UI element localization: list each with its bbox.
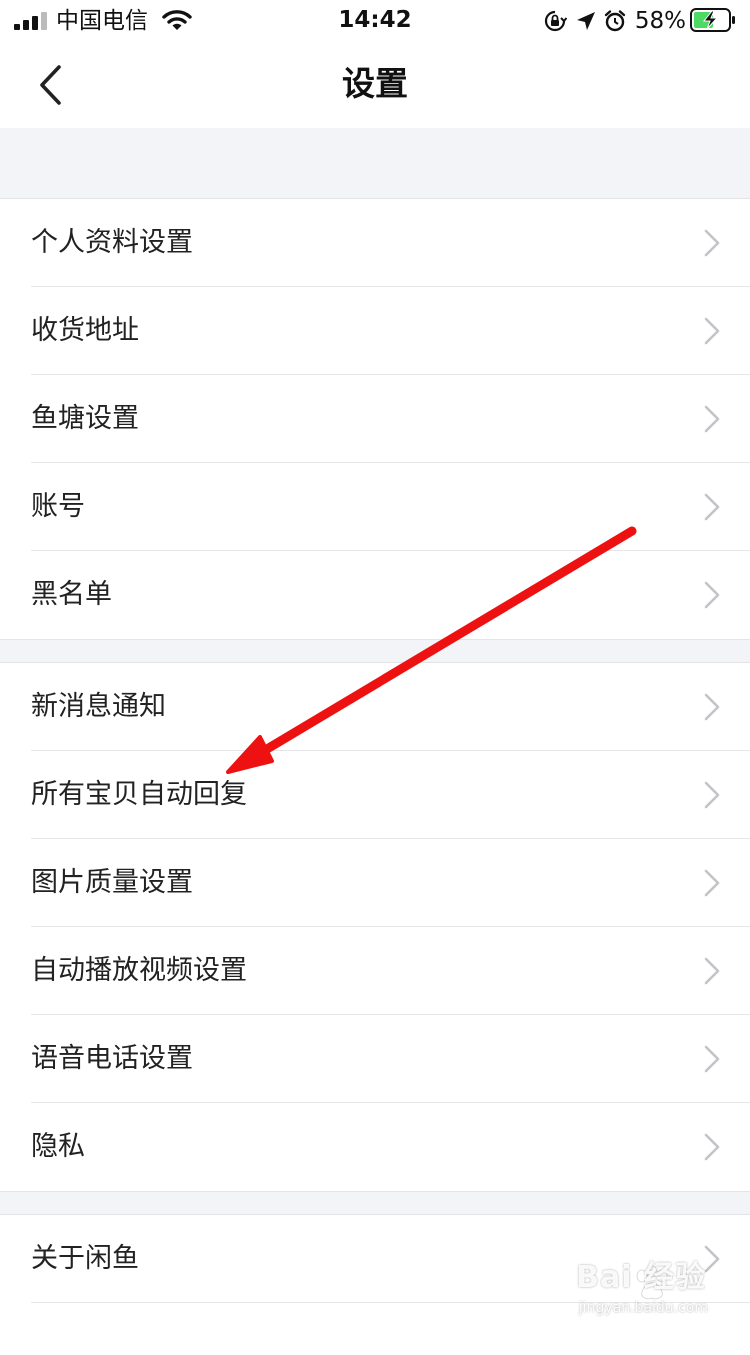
page-title: 设置 xyxy=(342,64,408,103)
settings-row-label: 隐私 xyxy=(31,1131,85,1162)
settings-row-profile[interactable]: 个人资料设置 xyxy=(0,199,750,287)
settings-row-auto-reply[interactable]: 所有宝贝自动回复 xyxy=(0,751,750,839)
navigation-bar: 设置 xyxy=(0,42,750,128)
settings-group-general: 新消息通知 所有宝贝自动回复 图片质量设置 自动播放视频设置 语音电话设置 隐私 xyxy=(0,662,750,1192)
header-area: 中国电信 14:42 58% 设置 xyxy=(0,0,750,128)
chevron-right-icon xyxy=(704,405,720,433)
settings-row-notifications[interactable]: 新消息通知 xyxy=(0,663,750,751)
alarm-icon xyxy=(604,10,626,32)
settings-row-label: 图片质量设置 xyxy=(31,867,193,898)
settings-row-label: 黑名单 xyxy=(31,579,112,610)
watermark-brand: Bai 经验 xyxy=(576,1260,706,1295)
location-icon xyxy=(577,12,595,30)
settings-row-fishpond[interactable]: 鱼塘设置 xyxy=(0,375,750,463)
battery-percent: 58% xyxy=(634,8,686,34)
settings-row-blacklist[interactable]: 黑名单 xyxy=(0,551,750,639)
settings-row-label: 语音电话设置 xyxy=(31,1043,193,1074)
settings-row-autoplay-video[interactable]: 自动播放视频设置 xyxy=(0,927,750,1015)
settings-row-label: 个人资料设置 xyxy=(31,227,193,258)
battery-charging-icon xyxy=(690,8,735,32)
chevron-right-icon xyxy=(704,1045,720,1073)
status-bar: 中国电信 14:42 58% xyxy=(0,0,750,42)
chevron-right-icon xyxy=(704,869,720,897)
chevron-right-icon xyxy=(704,957,720,985)
settings-row-shipping-address[interactable]: 收货地址 xyxy=(0,287,750,375)
settings-group-account: 个人资料设置 收货地址 鱼塘设置 账号 黑名单 xyxy=(0,198,750,640)
settings-row-label: 所有宝贝自动回复 xyxy=(31,779,247,810)
settings-row-label: 新消息通知 xyxy=(31,691,166,722)
chevron-right-icon xyxy=(704,493,720,521)
watermark-url: jingyan.baidu.com xyxy=(578,1300,708,1316)
settings-row-label: 收货地址 xyxy=(31,315,139,346)
chevron-right-icon xyxy=(704,581,720,609)
chevron-right-icon xyxy=(704,1133,720,1161)
settings-row-privacy[interactable]: 隐私 xyxy=(0,1103,750,1191)
settings-row-account[interactable]: 账号 xyxy=(0,463,750,551)
chevron-right-icon xyxy=(704,317,720,345)
chevron-right-icon xyxy=(704,229,720,257)
settings-row-label: 自动播放视频设置 xyxy=(31,955,247,986)
settings-row-label: 鱼塘设置 xyxy=(31,403,139,434)
orientation-lock-icon xyxy=(544,10,567,32)
settings-row-label: 账号 xyxy=(31,491,85,522)
chevron-right-icon xyxy=(704,781,720,809)
settings-row-image-quality[interactable]: 图片质量设置 xyxy=(0,839,750,927)
chevron-right-icon xyxy=(704,693,720,721)
settings-row-label: 关于闲鱼 xyxy=(31,1243,139,1274)
settings-row-voice-call[interactable]: 语音电话设置 xyxy=(0,1015,750,1103)
